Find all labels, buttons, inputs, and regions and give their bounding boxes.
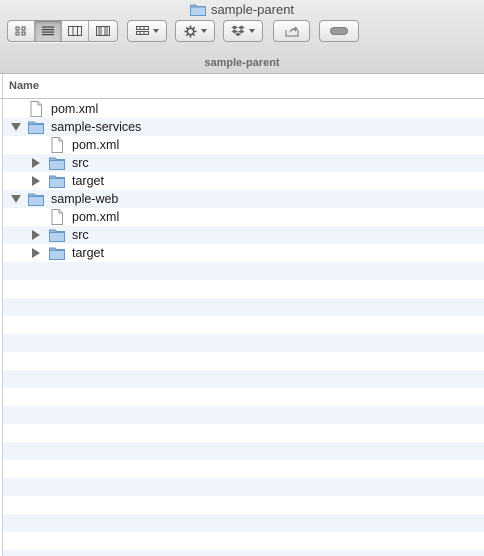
tag-icon [330,27,348,35]
view-mode-control[interactable] [7,20,118,42]
empty-row [3,442,484,460]
window-title-text: sample-parent [210,1,295,17]
file-icon [49,209,65,225]
empty-row [3,352,484,370]
empty-row [3,496,484,514]
disclosure-open-icon[interactable] [11,195,21,203]
empty-row [3,370,484,388]
cover-flow-icon [95,26,110,36]
path-label: sample-parent [204,57,280,69]
list-view-button[interactable] [35,21,62,41]
file-icon [49,137,65,153]
list-item-file[interactable]: pom.xml [3,100,484,118]
folder-icon [49,155,65,171]
empty-row [3,298,484,316]
disclosure-open-icon[interactable] [11,123,21,131]
name-column-label: Name [9,80,39,92]
column-header-name[interactable]: Name [0,74,484,99]
list-item-label: target [72,246,104,260]
folder-icon [49,173,65,189]
empty-row [3,514,484,532]
empty-row [3,478,484,496]
empty-row [3,424,484,442]
list-item-folder[interactable]: src [3,226,484,244]
dropbox-button[interactable] [223,20,263,42]
dropbox-icon [231,25,245,37]
share-icon [284,26,299,37]
list-item-folder[interactable]: sample-services [3,118,484,136]
folder-icon [49,245,65,261]
empty-row [3,550,484,556]
list-item-label: pom.xml [51,102,99,116]
arrange-button[interactable] [127,20,167,42]
folder-icon [28,119,44,135]
chevron-down-icon [152,29,159,33]
list-item-file[interactable]: pom.xml [3,208,484,226]
list-item-folder[interactable]: target [3,244,484,262]
list-item-folder[interactable]: sample-web [3,190,484,208]
action-button[interactable] [175,20,215,42]
list-item-label: target [72,174,104,188]
list-item-label: src [72,228,89,242]
chevron-down-icon [249,29,255,33]
window-title: sample-parent [0,0,484,18]
list-item-label: pom.xml [72,210,120,224]
icon-view-icon [15,26,26,36]
empty-row [3,262,484,280]
disclosure-closed-icon[interactable] [32,158,40,168]
empty-row [3,406,484,424]
empty-row [3,532,484,550]
folder-icon [189,4,206,16]
list-item-file[interactable]: pom.xml [3,136,484,154]
list-item-label: src [72,156,89,170]
empty-row [3,460,484,478]
column-view-icon [68,26,82,36]
folder-icon [49,227,65,243]
toolbar: sample-parent sample-parent [0,0,484,74]
column-view-button[interactable] [62,21,89,41]
gear-icon [184,25,196,37]
list-view-icon [42,26,54,36]
folder-icon [28,191,44,207]
file-icon [28,101,44,117]
empty-row [3,280,484,298]
list-item-label: pom.xml [72,138,120,152]
arrange-icon [135,26,149,35]
disclosure-closed-icon[interactable] [32,230,40,240]
file-list: pom.xml sample-services pom.xml src target sa… [3,100,484,556]
empty-row [3,334,484,352]
cover-flow-view-button[interactable] [89,21,116,41]
list-item-folder[interactable]: target [3,172,484,190]
disclosure-closed-icon[interactable] [32,176,40,186]
list-item-label: sample-web [51,192,119,206]
disclosure-closed-icon[interactable] [32,248,40,258]
empty-row [3,316,484,334]
chevron-down-icon [200,29,207,33]
icon-view-button[interactable] [8,21,35,41]
empty-row [3,388,484,406]
list-item-label: sample-services [51,120,142,134]
tags-button[interactable] [319,20,359,42]
share-button[interactable] [273,20,310,42]
list-item-folder[interactable]: src [3,154,484,172]
